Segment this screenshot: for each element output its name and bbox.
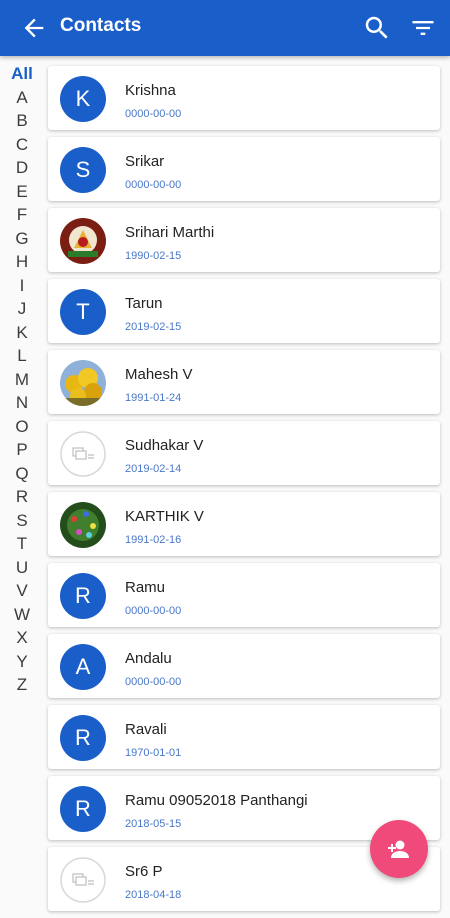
contact-date: 1991-01-24 [125, 392, 182, 404]
contact-photo [60, 360, 106, 406]
index-letter-v[interactable]: V [4, 579, 40, 603]
contact-name: Sr6 P [125, 863, 163, 880]
index-letter-a[interactable]: A [4, 86, 40, 110]
index-letter-e[interactable]: E [4, 180, 40, 204]
add-contact-button[interactable] [370, 820, 428, 878]
contact-card[interactable]: K Krishna 0000-00-00 [48, 66, 440, 130]
contact-date: 1970-01-01 [125, 747, 182, 759]
contact-name: Ramu 09052018 Panthangi [125, 792, 308, 809]
contact-date: 2018-05-15 [125, 818, 182, 830]
contact-initial-avatar: K [60, 76, 106, 122]
contact-photo [60, 502, 106, 548]
alphabet-index: All A B C D E F G H I J K L M N O P Q R S T U V W X Y Z [4, 62, 40, 697]
contact-date: 2018-04-18 [125, 889, 182, 901]
contact-list: K Krishna 0000-00-00 S Srikar 0000-00-00 Sriha… [48, 66, 440, 918]
contact-card[interactable]: Sudhakar V 2019-02-14 [48, 421, 440, 485]
index-letter-p[interactable]: P [4, 438, 40, 462]
index-letter-f[interactable]: F [4, 203, 40, 227]
index-letter-y[interactable]: Y [4, 650, 40, 674]
page-title: Contacts [60, 15, 142, 36]
back-arrow-icon[interactable] [20, 14, 48, 42]
index-letter-u[interactable]: U [4, 556, 40, 580]
index-letter-b[interactable]: B [4, 109, 40, 133]
contact-date: 0000-00-00 [125, 108, 182, 120]
contact-date: 0000-00-00 [125, 179, 182, 191]
contact-initial-avatar: R [60, 573, 106, 619]
contact-date: 1991-02-16 [125, 534, 182, 546]
contact-initial-avatar: R [60, 715, 106, 761]
contact-date: 2019-02-14 [125, 463, 182, 475]
contact-date: 0000-00-00 [125, 676, 182, 688]
contact-card[interactable]: T Tarun 2019-02-15 [48, 279, 440, 343]
contact-card[interactable]: A Andalu 0000-00-00 [48, 634, 440, 698]
contact-name: Sudhakar V [125, 437, 204, 454]
contact-card[interactable]: S Srikar 0000-00-00 [48, 137, 440, 201]
index-letter-q[interactable]: Q [4, 462, 40, 486]
contact-name: Ravali [125, 721, 167, 738]
index-letter-t[interactable]: T [4, 532, 40, 556]
filter-icon[interactable] [408, 14, 438, 42]
contact-name: Ramu [125, 579, 166, 596]
index-letter-s[interactable]: S [4, 509, 40, 533]
index-letter-d[interactable]: D [4, 156, 40, 180]
contact-card[interactable]: R Ravali 1970-01-01 [48, 705, 440, 769]
contact-name: Tarun [125, 295, 163, 312]
index-letter-g[interactable]: G [4, 227, 40, 251]
index-letter-z[interactable]: Z [4, 673, 40, 697]
contact-date: 1990-02-15 [125, 250, 182, 262]
contact-date: 2019-02-15 [125, 321, 182, 333]
contact-name: Mahesh V [125, 366, 193, 383]
contact-date: 0000-00-00 [125, 605, 182, 617]
contact-card[interactable]: Mahesh V 1991-01-24 [48, 350, 440, 414]
contact-initial-avatar: A [60, 644, 106, 690]
contact-card[interactable]: Srihari Marthi 1990-02-15 [48, 208, 440, 272]
search-icon[interactable] [362, 13, 392, 43]
index-letter-h[interactable]: H [4, 250, 40, 274]
index-letter-all[interactable]: All [4, 62, 40, 86]
index-letter-o[interactable]: O [4, 415, 40, 439]
contact-name: Andalu [125, 650, 172, 667]
contact-initial-avatar: T [60, 289, 106, 335]
contact-initial-avatar: R [60, 786, 106, 832]
app-bar: Contacts [0, 0, 450, 56]
contact-name: Krishna [125, 82, 176, 99]
contact-photo [60, 857, 106, 903]
contact-name: Srihari Marthi [125, 224, 215, 241]
contact-card[interactable]: KARTHIK V 1991-02-16 [48, 492, 440, 556]
index-letter-l[interactable]: L [4, 344, 40, 368]
index-letter-i[interactable]: I [4, 274, 40, 298]
add-contact-icon [388, 840, 409, 858]
index-letter-m[interactable]: M [4, 368, 40, 392]
index-letter-x[interactable]: X [4, 626, 40, 650]
index-letter-k[interactable]: K [4, 321, 40, 345]
contact-name: Srikar [125, 153, 165, 170]
contact-photo [60, 431, 106, 477]
contact-photo [60, 218, 106, 264]
contact-card[interactable]: R Ramu 0000-00-00 [48, 563, 440, 627]
index-letter-c[interactable]: C [4, 133, 40, 157]
index-letter-j[interactable]: J [4, 297, 40, 321]
index-letter-r[interactable]: R [4, 485, 40, 509]
index-letter-n[interactable]: N [4, 391, 40, 415]
contact-name: KARTHIK V [125, 508, 204, 525]
index-letter-w[interactable]: W [4, 603, 40, 627]
contact-initial-avatar: S [60, 147, 106, 193]
